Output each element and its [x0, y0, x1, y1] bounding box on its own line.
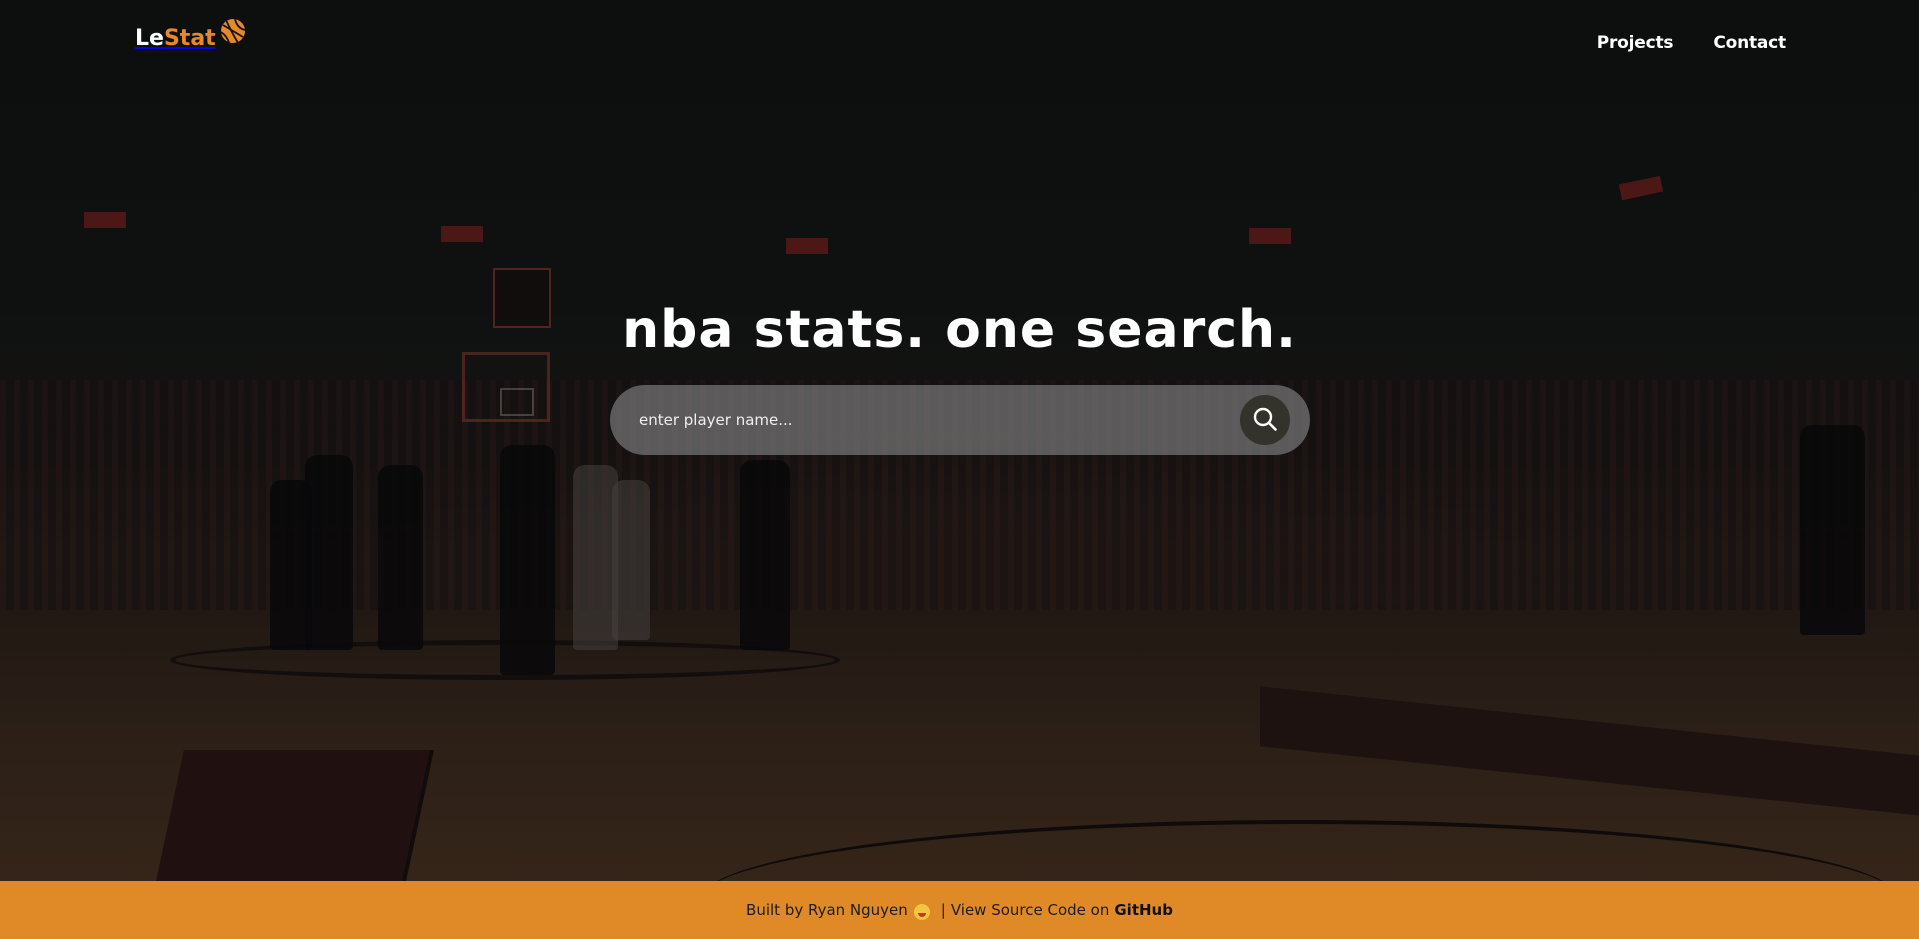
logo[interactable]: Le Stat	[135, 18, 249, 52]
nav-link-contact[interactable]: Contact	[1713, 33, 1786, 53]
footer: Built by Ryan Nguyen | View Source Code …	[0, 881, 1919, 939]
github-link[interactable]: GitHub	[1114, 901, 1173, 919]
page-title: nba stats. one search.	[622, 300, 1297, 360]
nav-link-projects[interactable]: Projects	[1597, 33, 1674, 53]
tongue-out-emoji-icon	[913, 904, 930, 920]
footer-separator: |	[940, 901, 946, 919]
player-search-bar	[610, 385, 1310, 455]
footer-built-by: Built by Ryan Nguyen	[746, 901, 908, 919]
player-search-input[interactable]	[639, 400, 1240, 440]
logo-text-stat: Stat	[163, 25, 216, 51]
logo-text-le: Le	[135, 25, 164, 51]
basketball-icon	[217, 16, 249, 52]
main-nav: Projects Contact	[1597, 33, 1786, 53]
search-icon	[1252, 406, 1278, 435]
search-button[interactable]	[1240, 395, 1290, 445]
footer-view-source: View Source Code on	[950, 901, 1110, 919]
